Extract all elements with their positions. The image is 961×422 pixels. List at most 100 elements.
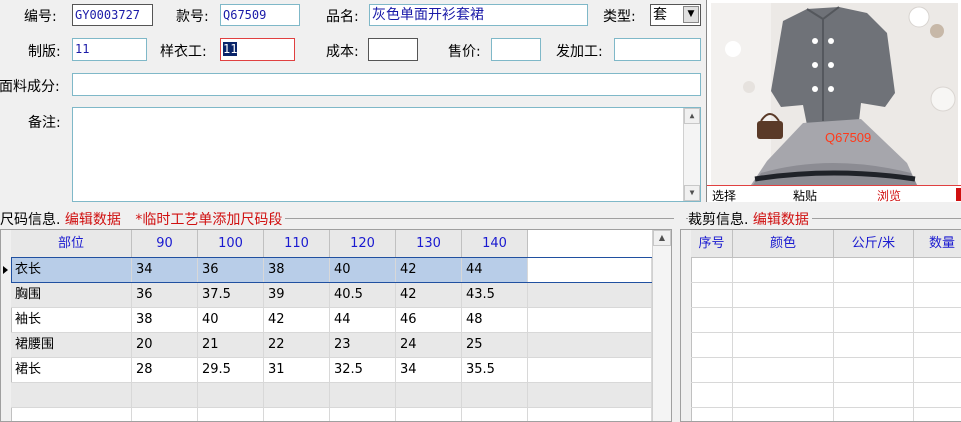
cut-table-cell-empty[interactable] xyxy=(834,358,914,383)
cut-column-header-2[interactable]: 公斤/米 xyxy=(834,230,914,258)
product-name-field[interactable]: 灰色单面开衫套裙 xyxy=(369,4,588,26)
cut-column-header-3[interactable]: 数量 xyxy=(914,230,961,258)
table-cell-value[interactable]: 38 xyxy=(132,308,198,333)
column-header-size-100[interactable]: 100 xyxy=(198,230,264,258)
outsource-field[interactable] xyxy=(614,38,701,61)
table-cell-value[interactable]: 34 xyxy=(396,358,462,383)
table-cell-empty[interactable] xyxy=(330,383,396,408)
table-cell-value[interactable]: 39 xyxy=(264,283,330,308)
size-edit-link[interactable]: 编辑数据 xyxy=(65,212,121,228)
table-cell-empty[interactable] xyxy=(396,383,462,408)
table-cell-value[interactable]: 48 xyxy=(462,308,528,333)
table-cell-value[interactable]: 34 xyxy=(132,258,198,283)
cut-table-cell-empty[interactable] xyxy=(691,358,733,383)
table-cell-value[interactable]: 43.5 xyxy=(462,283,528,308)
size-add-segment-link[interactable]: *临时工艺单添加尺码段 xyxy=(135,212,282,228)
size-grid-scrollbar[interactable]: ▲ xyxy=(652,230,671,421)
table-cell-value[interactable]: 40 xyxy=(330,258,396,283)
cut-table-cell-empty[interactable] xyxy=(691,283,733,308)
column-header-size-90[interactable]: 90 xyxy=(132,230,198,258)
cut-table-cell-empty[interactable] xyxy=(914,333,961,358)
scroll-up-icon[interactable]: ▲ xyxy=(684,108,700,124)
column-header-part[interactable]: 部位 xyxy=(11,230,132,258)
table-cell-value[interactable]: 44 xyxy=(330,308,396,333)
cut-table-cell-empty[interactable] xyxy=(834,383,914,408)
cut-edit-link[interactable]: 编辑数据 xyxy=(753,212,809,228)
cut-table-cell-empty[interactable] xyxy=(834,283,914,308)
table-cell-value[interactable]: 38 xyxy=(264,258,330,283)
table-cell-value[interactable]: 24 xyxy=(396,333,462,358)
type-select[interactable]: 套 ▼ xyxy=(650,4,701,26)
code-field[interactable]: GY0003727 xyxy=(72,4,153,26)
cut-column-header-0[interactable]: 序号 xyxy=(691,230,733,258)
photo-select-button[interactable]: 选择 xyxy=(712,187,736,204)
cut-table-cell-empty[interactable] xyxy=(691,258,733,283)
cut-table-cell-empty[interactable] xyxy=(914,258,961,283)
cut-table-cell-empty[interactable] xyxy=(914,308,961,333)
table-cell-value[interactable]: 37.5 xyxy=(198,283,264,308)
table-cell-value[interactable]: 31 xyxy=(264,358,330,383)
table-cell-value[interactable]: 42 xyxy=(264,308,330,333)
cut-table-cell-empty[interactable] xyxy=(834,258,914,283)
sample-worker-field[interactable]: 11 xyxy=(220,38,295,61)
table-cell-value[interactable]: 25 xyxy=(462,333,528,358)
column-header-size-110[interactable]: 110 xyxy=(264,230,330,258)
cut-table-cell-empty[interactable] xyxy=(691,308,733,333)
table-cell-part[interactable]: 胸围 xyxy=(11,283,132,308)
chevron-down-icon[interactable]: ▼ xyxy=(683,6,699,23)
cut-table-cell-empty[interactable] xyxy=(914,283,961,308)
table-cell-value[interactable]: 36 xyxy=(198,258,264,283)
table-cell-value[interactable]: 46 xyxy=(396,308,462,333)
table-cell-value[interactable]: 29.5 xyxy=(198,358,264,383)
table-cell-value[interactable]: 42 xyxy=(396,258,462,283)
pattern-maker-field[interactable]: 11 xyxy=(72,38,147,61)
table-cell-value[interactable]: 35.5 xyxy=(462,358,528,383)
cut-table-cell-empty[interactable] xyxy=(691,333,733,358)
column-header-size-140[interactable]: 140 xyxy=(462,230,528,258)
cut-table-cell-empty[interactable] xyxy=(733,283,834,308)
table-cell-value[interactable]: 23 xyxy=(330,333,396,358)
scroll-up-icon[interactable]: ▲ xyxy=(653,230,671,246)
table-cell-value[interactable]: 28 xyxy=(132,358,198,383)
table-cell-empty[interactable] xyxy=(264,383,330,408)
style-no-field[interactable]: Q67509 xyxy=(220,4,300,26)
fabric-field[interactable] xyxy=(72,73,701,96)
cut-table-cell-empty[interactable] xyxy=(914,358,961,383)
column-header-size-130[interactable]: 130 xyxy=(396,230,462,258)
cut-table-cell-empty[interactable] xyxy=(691,383,733,408)
table-cell-value[interactable]: 22 xyxy=(264,333,330,358)
column-header-size-120[interactable]: 120 xyxy=(330,230,396,258)
table-cell-part[interactable]: 裙长 xyxy=(11,358,132,383)
table-cell-empty[interactable] xyxy=(462,383,528,408)
cut-table-cell-empty[interactable] xyxy=(733,358,834,383)
table-cell-part[interactable]: 袖长 xyxy=(11,308,132,333)
product-photo[interactable]: Q67509 xyxy=(711,3,958,185)
cut-table-cell-empty[interactable] xyxy=(834,333,914,358)
table-cell-empty[interactable] xyxy=(11,383,132,408)
table-cell-part[interactable]: 裙腰围 xyxy=(11,333,132,358)
photo-paste-button[interactable]: 粘贴 xyxy=(793,187,817,204)
price-field[interactable] xyxy=(491,38,541,61)
cut-column-header-1[interactable]: 颜色 xyxy=(733,230,834,258)
remarks-textarea[interactable]: ▲ ▼ xyxy=(72,107,701,202)
cut-table-cell-empty[interactable] xyxy=(733,308,834,333)
table-cell-empty[interactable] xyxy=(198,383,264,408)
cut-table-cell-empty[interactable] xyxy=(733,258,834,283)
photo-browse-button[interactable]: 浏览 xyxy=(877,187,901,204)
table-cell-value[interactable]: 40.5 xyxy=(330,283,396,308)
table-cell-value[interactable]: 42 xyxy=(396,283,462,308)
scroll-down-icon[interactable]: ▼ xyxy=(684,185,700,201)
cut-table-cell-empty[interactable] xyxy=(834,308,914,333)
table-cell-value[interactable]: 40 xyxy=(198,308,264,333)
remarks-scrollbar[interactable]: ▲ ▼ xyxy=(683,108,700,201)
cut-table-cell-empty[interactable] xyxy=(733,333,834,358)
table-cell-value[interactable]: 44 xyxy=(462,258,528,283)
cut-table-cell-empty[interactable] xyxy=(914,383,961,408)
table-cell-part[interactable]: 衣长 xyxy=(11,258,132,283)
table-cell-value[interactable]: 20 xyxy=(132,333,198,358)
table-cell-value[interactable]: 32.5 xyxy=(330,358,396,383)
cost-field[interactable] xyxy=(368,38,418,61)
cut-table-cell-empty[interactable] xyxy=(733,383,834,408)
table-cell-value[interactable]: 21 xyxy=(198,333,264,358)
table-cell-empty[interactable] xyxy=(132,383,198,408)
